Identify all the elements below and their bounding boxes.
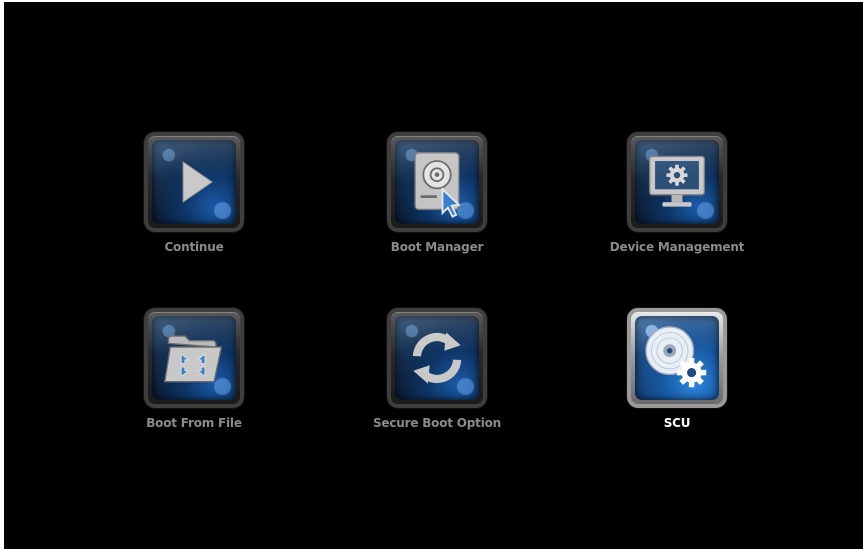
tile-frame (627, 132, 727, 232)
tile-label-boot-from-file: Boot From File (146, 416, 242, 430)
menu-tile-secure-boot-option[interactable]: Secure Boot Option (357, 308, 517, 430)
tile-label-scu: SCU (663, 416, 691, 430)
tile-label-secure-boot-option: Secure Boot Option (372, 416, 502, 430)
menu-tile-scu[interactable]: SCU (597, 308, 757, 430)
boot-disk-cursor-icon (414, 152, 461, 218)
tile-face (395, 140, 479, 224)
disc-gear-icon (645, 326, 707, 388)
refresh-arrows-icon (412, 332, 462, 384)
play-icon (182, 161, 214, 203)
tile-frame (144, 132, 244, 232)
tile-face (395, 316, 479, 400)
gear-icon (666, 164, 688, 186)
tile-label-boot-manager: Boot Manager (390, 240, 484, 254)
tile-face (635, 140, 719, 224)
menu-tile-device-management[interactable]: Device Management (597, 132, 757, 254)
menu-tile-boot-from-file[interactable]: Boot From File (114, 308, 274, 430)
tile-label-continue: Continue (164, 240, 224, 254)
tile-face (152, 140, 236, 224)
tile-frame (387, 132, 487, 232)
boot-menu-screen: Continue Boot Manager Device Management … (4, 2, 863, 549)
menu-tile-continue[interactable]: Continue (114, 132, 274, 254)
folder-compress-icon (163, 335, 223, 383)
tile-face (635, 316, 719, 400)
menu-tile-boot-manager[interactable]: Boot Manager (357, 132, 517, 254)
tile-frame (627, 308, 727, 408)
tile-label-device-management: Device Management (609, 240, 745, 254)
tile-face (152, 316, 236, 400)
tile-frame (144, 308, 244, 408)
monitor-gear-icon (648, 155, 706, 207)
tile-frame (387, 308, 487, 408)
